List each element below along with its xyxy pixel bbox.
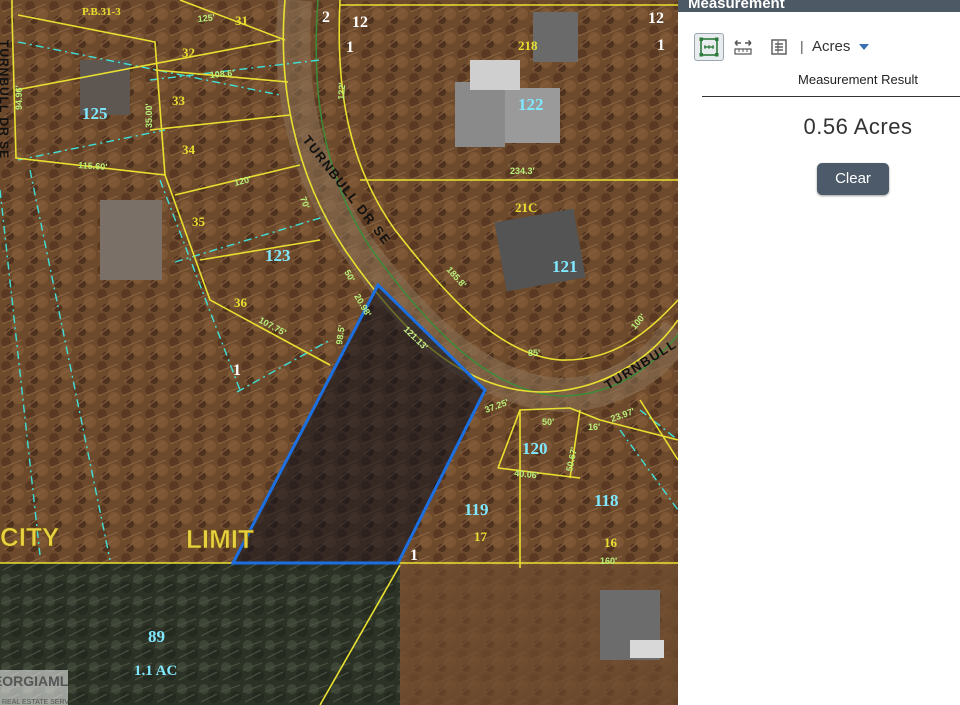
parcel-label: 2: [322, 9, 330, 26]
parcel-label: 1: [346, 39, 354, 56]
watermark-text: GEORGIAMLS: [0, 673, 68, 689]
dimension-label: 94.96': [14, 85, 24, 110]
parcel-label: 34: [182, 142, 196, 157]
parcel-label: 218: [518, 38, 538, 53]
parcel-label: 1: [233, 362, 241, 379]
parcel-label: 33: [172, 93, 186, 108]
limit-label: LIMIT: [186, 524, 254, 554]
dimension-label: 35.00': [144, 103, 154, 128]
parcel-label: 17: [474, 529, 488, 544]
result-divider: [702, 96, 960, 97]
parcel-label: 118: [594, 491, 619, 510]
parcel-label: 16: [604, 535, 618, 550]
area-tool-button[interactable]: [694, 33, 724, 61]
dimension-label: 1.1 AC: [134, 663, 177, 679]
dimension-label: 115.60': [78, 160, 108, 172]
map-view[interactable]: TURNBULL DR SE TURNBULL TURNBULL DR SE C…: [0, 0, 678, 705]
dimension-label: 50': [542, 417, 554, 427]
aerial-map[interactable]: TURNBULL DR SE TURNBULL TURNBULL DR SE C…: [0, 0, 678, 705]
parcel-label: 122: [518, 95, 544, 114]
parcel-label: 121: [552, 257, 578, 276]
dimension-label: 234.3': [510, 166, 535, 176]
caret-down-icon: [858, 44, 869, 51]
measurement-panel: Measurement | Acres Measurement Result 0…: [678, 0, 960, 705]
parcel-label: 12: [352, 14, 368, 31]
parcel-label: 32: [182, 45, 195, 60]
parcel-label: 89: [148, 627, 165, 646]
result-value: 0.56 Acres: [803, 114, 913, 139]
unit-dropdown-value: Acres: [812, 38, 851, 55]
parcel-label: 21C: [515, 200, 537, 215]
parcel-label: 123: [265, 246, 291, 265]
parcel-label: 36: [234, 295, 248, 310]
area-measure-icon: [699, 37, 719, 57]
dimension-label: 122': [336, 82, 347, 100]
parcel-label: 1: [410, 547, 418, 564]
city-label: CITY: [0, 522, 59, 552]
distance-measure-icon: [734, 39, 752, 55]
location-tool-button[interactable]: [764, 33, 794, 61]
dimension-label: 108.6': [209, 68, 234, 80]
parcel-label: P.B.31-3: [82, 6, 121, 18]
result-label: Measurement Result: [798, 72, 918, 87]
dimension-label: 16': [588, 422, 600, 432]
dimension-label: 125': [197, 12, 215, 24]
street-label-left: TURNBULL DR SE: [0, 40, 11, 159]
parcel-label: 35: [192, 214, 206, 229]
toolbar-separator: |: [800, 38, 804, 54]
parcel-label: 125: [82, 104, 108, 123]
distance-tool-button[interactable]: [728, 33, 758, 61]
watermark-subtext: REAL ESTATE SERVICES: [2, 699, 68, 705]
location-measure-icon: [771, 39, 787, 55]
panel-title: Measurement: [678, 0, 960, 12]
dimension-label: 85': [528, 348, 540, 358]
unit-dropdown[interactable]: Acres: [812, 38, 869, 55]
mls-watermark: GEORGIAMLS REAL ESTATE SERVICES: [0, 670, 68, 705]
parcel-label: 31: [235, 13, 248, 28]
clear-button[interactable]: Clear: [817, 163, 889, 195]
dimension-label: 160': [600, 556, 617, 566]
parcel-label: 1: [657, 37, 665, 54]
parcel-label: 12: [648, 10, 664, 27]
parcel-label: 120: [522, 439, 548, 458]
parcel-label: 119: [464, 500, 489, 519]
